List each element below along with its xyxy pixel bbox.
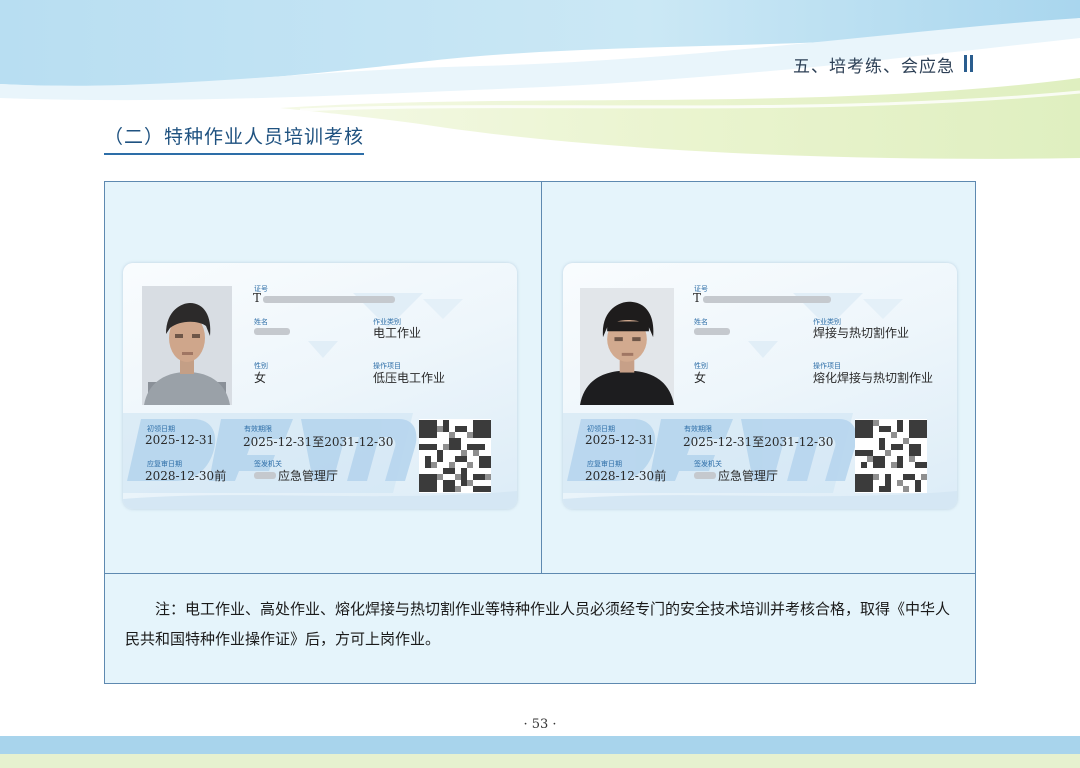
work-category: 电工作业 — [373, 326, 422, 340]
qr-code-pattern — [855, 420, 927, 492]
name-redacted — [694, 328, 730, 335]
review-date: 2028-12-30前 — [145, 469, 227, 483]
note-text: 注：电工作业、高处作业、熔化焊接与热切割作业等特种作业人员必须经专门的安全技术培… — [125, 600, 951, 648]
gender: 女 — [694, 371, 707, 385]
frame-horizontal-divider — [105, 573, 975, 574]
page-number: · 53 · — [523, 717, 557, 732]
page-title: （二）特种作业人员培训考核 — [104, 122, 365, 155]
issuing-authority: 应急管理厅 — [718, 469, 779, 483]
qr-code — [855, 419, 927, 493]
name-redacted — [254, 328, 290, 335]
label-name: 姓名 — [694, 318, 708, 326]
content-frame: 证号 T 姓名 作业类别 电工作业 性别 女 操作项目 低压电工作业 初领日期 … — [104, 181, 976, 684]
valid-period: 2025-12-31至2031-12-30 — [683, 435, 834, 449]
issuing-authority: 应急管理厅 — [278, 469, 339, 483]
id-number-redacted — [703, 296, 831, 303]
operation-item: 低压电工作业 — [373, 371, 446, 385]
id-number: T — [693, 291, 701, 305]
section-header: 五、培考练、会应急 — [793, 57, 955, 77]
id-number-redacted — [263, 296, 395, 303]
id-number: T — [253, 291, 261, 305]
issue-date: 2025-12-31 — [585, 433, 655, 447]
label-name: 姓名 — [254, 318, 268, 326]
id-prefix: T — [253, 291, 262, 305]
id-photo — [142, 286, 232, 405]
frame-vertical-divider — [541, 182, 542, 573]
id-photo — [580, 288, 674, 405]
certificate-card-welder: 证号 T 姓名 作业类别 焊接与热切割作业 性别 女 操作项目 熔化焊接与热切割… — [563, 263, 957, 509]
review-date: 2028-12-30前 — [585, 469, 667, 483]
valid-period: 2025-12-31至2031-12-30 — [243, 435, 394, 449]
section-marker-icon — [964, 55, 976, 72]
work-category: 焊接与热切割作业 — [813, 326, 910, 340]
issue-date: 2025-12-31 — [145, 433, 215, 447]
authority-redacted — [694, 472, 716, 479]
authority-redacted — [254, 472, 276, 479]
gender: 女 — [254, 371, 267, 385]
operation-item: 熔化焊接与热切割作业 — [813, 371, 934, 385]
id-prefix: T — [693, 291, 702, 305]
qr-code — [419, 419, 491, 493]
qr-code-pattern — [419, 420, 491, 492]
certificate-card-electrician: 证号 T 姓名 作业类别 电工作业 性别 女 操作项目 低压电工作业 初领日期 … — [123, 263, 517, 509]
